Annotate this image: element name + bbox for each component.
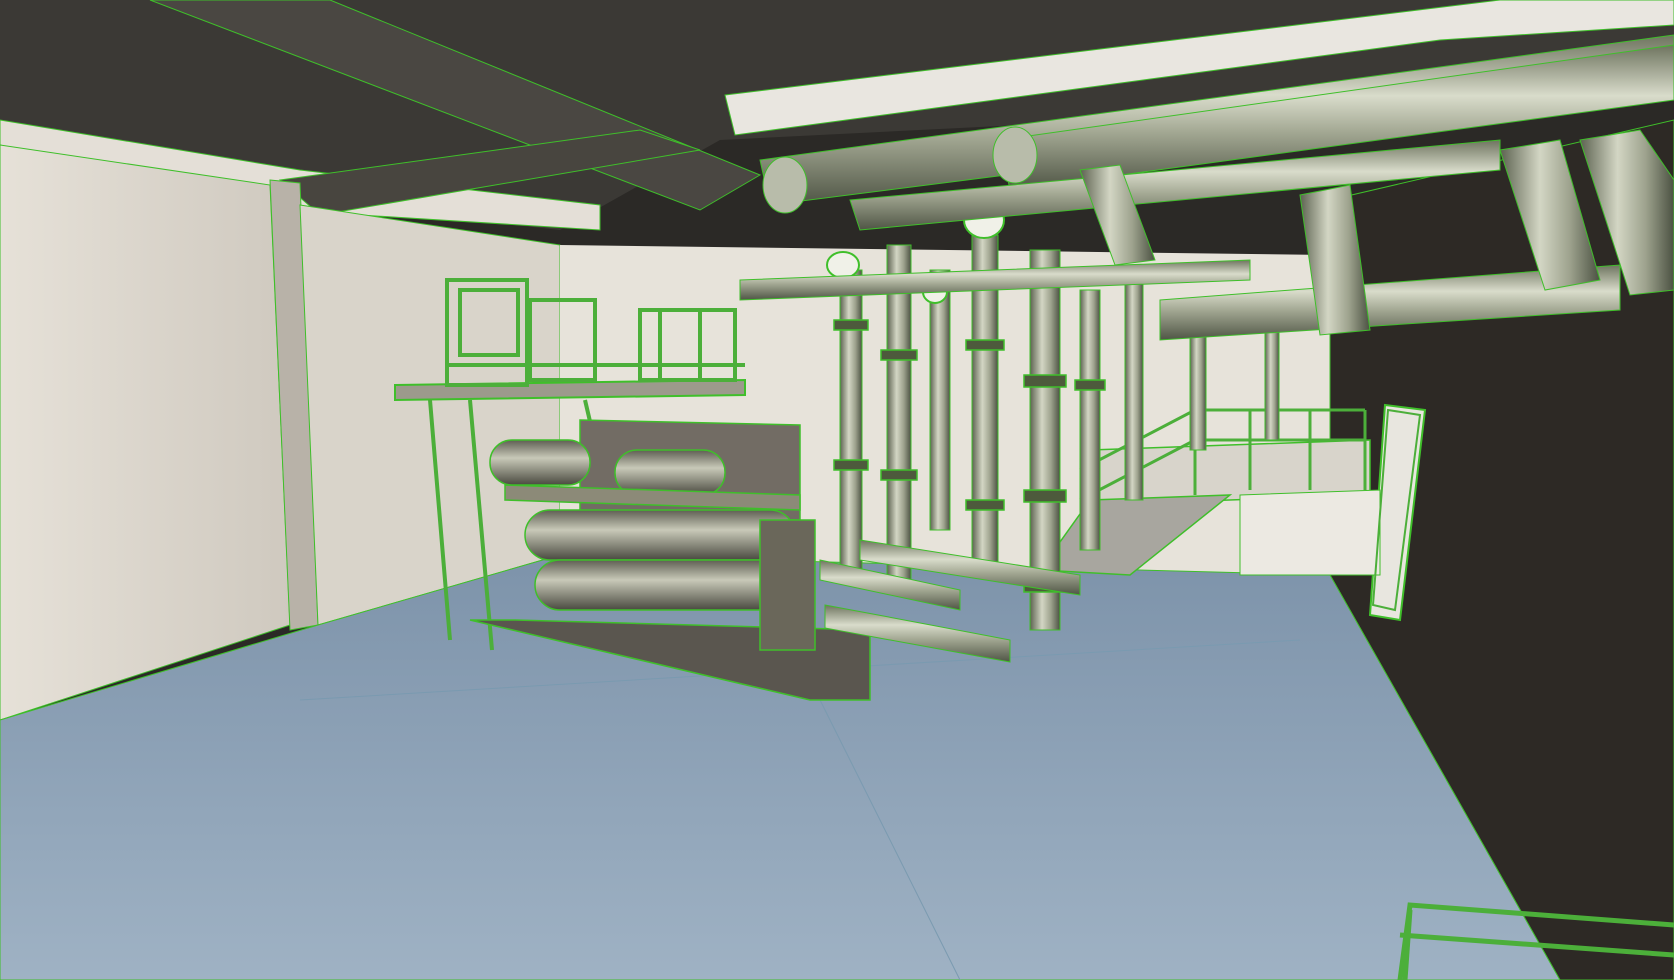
3d-viewport[interactable] <box>0 0 1674 980</box>
mechanical-room-scene[interactable] <box>0 0 1674 980</box>
stair-wall <box>1239 489 1381 576</box>
left-wall <box>0 144 291 721</box>
